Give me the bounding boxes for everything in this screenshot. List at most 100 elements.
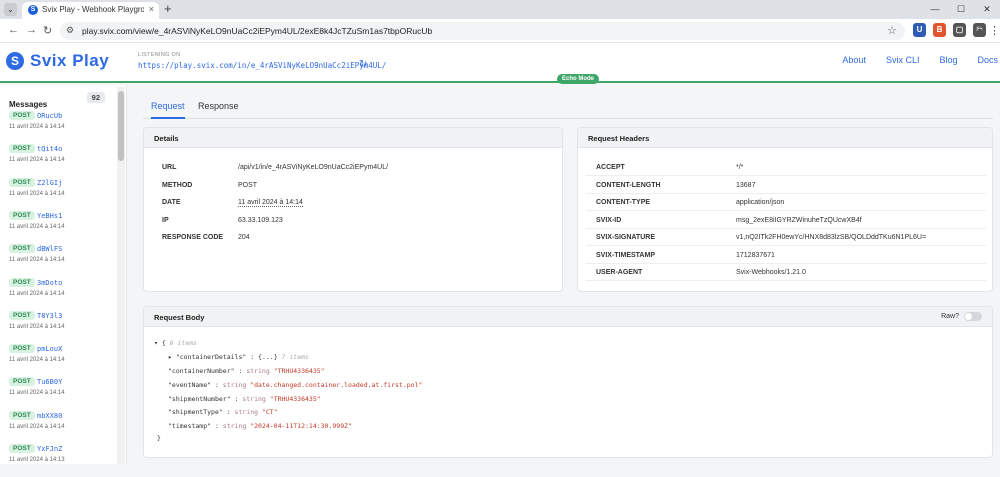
- details-title: Details: [144, 128, 562, 148]
- address-url[interactable]: play.svix.com/view/e_4rASViNyKeLO9nUaCc2…: [82, 26, 432, 36]
- tab-title: Svix Play - Webhook Playgroun: [42, 5, 144, 14]
- json-field-line: "timestamp" : string "2024-04-11T12:14:3…: [168, 422, 352, 431]
- tab-request[interactable]: Request: [151, 101, 185, 119]
- message-item[interactable]: POST pmLouX 11 avril 2024 à 14:14: [9, 344, 113, 377]
- header-value: application/json: [736, 199, 785, 206]
- back-arrow-icon[interactable]: ←: [8, 24, 19, 36]
- message-item[interactable]: POST YxFJnZ 11 avril 2024 à 14:13: [9, 444, 113, 477]
- forward-arrow-icon[interactable]: →: [26, 24, 37, 36]
- json-type-label: string: [222, 422, 247, 431]
- tab-response[interactable]: Response: [198, 101, 239, 117]
- message-item[interactable]: POST dBWlFS 11 avril 2024 à 14:14: [9, 244, 113, 277]
- json-field-line: "shipmentNumber" : string "TRHU4336435": [168, 394, 321, 403]
- message-date: 11 avril 2024 à 14:14: [9, 223, 65, 230]
- json-close-brace: }: [157, 434, 161, 442]
- message-id: pmLouX: [37, 345, 63, 354]
- message-item[interactable]: POST Z2lGIj 11 avril 2024 à 14:14: [9, 177, 113, 211]
- detail-value[interactable]: 11 avril 2024 à 14:14: [238, 199, 303, 207]
- message-item[interactable]: POST Tu6B0Y 11 avril 2024 à 14:14: [9, 377, 113, 410]
- tab-close-icon[interactable]: ×: [149, 4, 154, 14]
- messages-sidebar: Messages 92 POST ORucUb 11 avril 2024 à 14…: [0, 85, 127, 464]
- detail-key: RESPONSE CODE: [162, 234, 224, 241]
- close-window-button[interactable]: ✕: [974, 0, 1000, 19]
- minimize-button[interactable]: —: [922, 0, 948, 19]
- nav-about[interactable]: About: [842, 55, 866, 65]
- message-date: 11 avril 2024 à 14:14: [9, 290, 65, 297]
- profile-icon[interactable]: ◉: [975, 24, 985, 37]
- method-badge: POST: [9, 377, 35, 387]
- u-extension-icon[interactable]: U: [913, 23, 926, 37]
- b-extension-icon[interactable]: B: [933, 23, 946, 37]
- regenerate-url-icon[interactable]: ↻: [359, 59, 367, 70]
- message-date: 11 avril 2024 à 14:14: [9, 257, 65, 264]
- message-item[interactable]: POST mbXX80 11 avril 2024 à 14:14: [9, 410, 113, 444]
- json-key: "eventName": [168, 380, 212, 389]
- expand-caret-icon[interactable]: ▸: [168, 353, 172, 361]
- message-id: 3mDoto: [37, 278, 63, 287]
- json-field-line: "shipmentType" : string "CT": [168, 408, 278, 417]
- json-collapsed-value[interactable]: {...}: [258, 353, 278, 361]
- json-string-value: "TRHU4336435": [273, 367, 325, 375]
- maximize-button[interactable]: ☐: [948, 0, 974, 19]
- json-string-value: "TRHU4336435": [269, 394, 321, 403]
- address-bar[interactable]: ⚙ play.svix.com/view/e_4rASViNyKeLO9nUaC…: [60, 22, 905, 40]
- message-item[interactable]: POST ORucUb 11 avril 2024 à 14:14: [9, 111, 113, 144]
- json-key: "shipmentType": [168, 408, 223, 417]
- json-type-label: string: [242, 394, 266, 403]
- message-date: 11 avril 2024 à 14:14: [9, 423, 65, 430]
- site-info-icon[interactable]: ⚙: [66, 25, 74, 36]
- json-string-value: "CT": [261, 408, 278, 417]
- header-row: SVIX-SIGNATURE v1,nQ2ITk2FH0ewYc/HNX8d83l…: [586, 229, 986, 246]
- message-item[interactable]: POST tQit4o 11 avril 2024 à 14:14: [9, 144, 113, 177]
- nav-svix-cli[interactable]: Svix CLI: [886, 55, 920, 65]
- message-id: mbXX80: [37, 411, 63, 420]
- method-badge: POST: [9, 244, 35, 254]
- detail-value: 204: [238, 234, 250, 241]
- header-value: msg_2exE8iIGYRZWinuheTzQUcwXB4f: [736, 216, 862, 224]
- listening-url[interactable]: https://play.svix.com/in/e_4rASViNyKeLO9…: [138, 61, 386, 70]
- json-root-line: ▾ { 6 items: [154, 339, 198, 347]
- header-row: SVIX-TIMESTAMP 1712837671: [586, 247, 986, 264]
- browser-tab[interactable]: S Svix Play - Webhook Playgroun ×: [22, 2, 159, 19]
- method-badge: POST: [9, 277, 35, 287]
- header-row: CONTENT-TYPE application/json: [586, 194, 986, 211]
- nav-docs[interactable]: Docs: [977, 55, 998, 65]
- browser-tabstrip: ⌄ S Svix Play - Webhook Playgroun × + — …: [0, 0, 1000, 19]
- nav-blog[interactable]: Blog: [939, 55, 957, 65]
- json-key: "timestamp": [168, 422, 212, 431]
- json-key: "containerNumber": [168, 367, 235, 375]
- header-value: 13687: [736, 181, 756, 189]
- collapse-caret-icon[interactable]: ▾: [154, 339, 158, 347]
- new-tab-button[interactable]: +: [164, 1, 172, 16]
- header-key: ACCEPT: [596, 164, 625, 171]
- sidebar-scrollbar[interactable]: [117, 87, 125, 464]
- header-key: SVIX-ID: [596, 216, 622, 224]
- request-headers-card: Request Headers ACCEPT */* CONTENT-LENGTH 1…: [577, 127, 993, 292]
- raw-toggle[interactable]: Raw?: [941, 312, 982, 321]
- raw-toggle-switch[interactable]: [964, 312, 982, 321]
- svix-play-logo[interactable]: S Svix Play: [6, 51, 109, 71]
- browser-toolbar: ← → ↻ ⚙ play.svix.com/view/e_4rASViNyKeL…: [0, 19, 1000, 43]
- messages-header: Messages 92: [9, 92, 105, 112]
- bookmark-star-icon[interactable]: ☆: [887, 24, 897, 37]
- header-row: ACCEPT */*: [586, 159, 986, 176]
- detail-key: URL: [162, 164, 177, 171]
- method-badge: POST: [9, 111, 35, 120]
- reload-icon[interactable]: ↻: [43, 24, 52, 37]
- detail-value: /api/v1/in/e_4rASViNyKeLO9nUaCc2iEPym4UL…: [238, 164, 389, 171]
- method-badge: POST: [9, 177, 35, 187]
- tab-search-button[interactable]: ⌄: [4, 3, 17, 16]
- json-root-meta: 6 items: [169, 339, 198, 347]
- header-key: SVIX-TIMESTAMP: [596, 251, 655, 259]
- scrollbar-thumb[interactable]: [118, 91, 124, 161]
- message-id: T8Y3l3: [37, 311, 63, 320]
- message-item[interactable]: POST YeBHs1 11 avril 2024 à 14:14: [9, 210, 113, 244]
- top-nav: About Svix CLI Blog Docs: [822, 55, 998, 65]
- document-extension-icon[interactable]: ▢: [953, 23, 966, 37]
- more-menu-icon[interactable]: ⋮: [989, 24, 1000, 37]
- message-item[interactable]: POST T8Y3l3 11 avril 2024 à 14:14: [9, 310, 113, 344]
- details-card: Details URL/api/v1/in/e_4rASViNyKeLO9nUa…: [143, 127, 563, 292]
- json-string-value: "2024-04-11T12:14:30.999Z": [250, 422, 352, 431]
- message-item[interactable]: POST 3mDoto 11 avril 2024 à 14:14: [9, 277, 113, 311]
- raw-label: Raw?: [941, 313, 959, 320]
